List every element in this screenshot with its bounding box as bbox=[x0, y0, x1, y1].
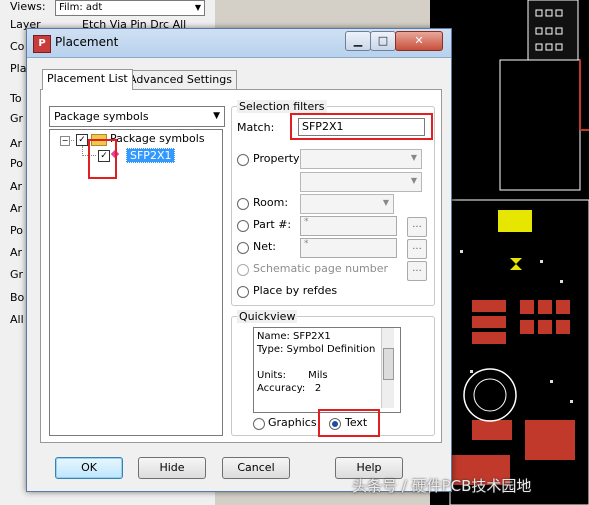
side-label: Ar bbox=[10, 137, 23, 150]
refdes-radio[interactable] bbox=[237, 286, 249, 298]
collapse-toggle-icon[interactable]: − bbox=[60, 136, 70, 146]
tab-placement-list[interactable]: Placement List bbox=[42, 69, 133, 90]
tree-root-label: Package symbols bbox=[110, 132, 205, 145]
side-label: Po bbox=[10, 157, 23, 170]
tree-connector bbox=[69, 140, 74, 141]
list-source-select[interactable]: Package symbols ▼ bbox=[49, 106, 225, 127]
tab-advanced-settings[interactable]: Advanced Settings bbox=[124, 70, 237, 89]
dialog-title: Placement bbox=[55, 35, 119, 49]
cancel-button[interactable]: Cancel bbox=[222, 457, 290, 479]
chevron-down-icon: ▼ bbox=[213, 111, 220, 121]
refdes-label: Place by refdes bbox=[253, 284, 338, 297]
watermark: 头条号 / 硬件PCB技术园地 bbox=[352, 477, 532, 495]
annotation-box-text-radio bbox=[318, 409, 380, 437]
side-label: Gr bbox=[10, 268, 24, 281]
chevron-down-icon: ▼ bbox=[410, 153, 417, 162]
views-select-value: Film: adt bbox=[59, 2, 103, 13]
side-label: Ar bbox=[10, 202, 23, 215]
pcb-canvas[interactable] bbox=[430, 0, 589, 505]
part-input-value: * bbox=[304, 217, 309, 227]
match-label: Match: bbox=[237, 121, 275, 134]
annotation-box-checkbox bbox=[88, 139, 117, 179]
chevron-down-icon: ▼ bbox=[410, 176, 417, 185]
ok-button[interactable]: OK bbox=[55, 457, 123, 479]
room-radio[interactable] bbox=[237, 198, 249, 210]
placement-tree[interactable]: − ✓ Package symbols ✓ SFP2X1 bbox=[49, 129, 223, 436]
tree-item-sfp2x1[interactable]: SFP2X1 bbox=[126, 148, 176, 163]
side-label: Po bbox=[10, 224, 23, 237]
schematic-radio[interactable] bbox=[237, 264, 249, 276]
net-radio[interactable] bbox=[237, 242, 249, 254]
net-browse-button[interactable]: ... bbox=[407, 239, 427, 259]
side-label: Bo bbox=[10, 291, 25, 304]
side-label: To bbox=[10, 92, 22, 105]
side-label: Co bbox=[10, 40, 25, 53]
quickview-line: Units: Mils bbox=[257, 370, 328, 381]
quickview-line: Name: SFP2X1 bbox=[257, 331, 331, 342]
quickview-line bbox=[257, 356, 397, 369]
property-name-select[interactable]: ▼ bbox=[300, 149, 422, 169]
net-label: Net: bbox=[253, 240, 277, 253]
quickview-text[interactable]: Name: SFP2X1 Type: Symbol Definition Uni… bbox=[253, 327, 401, 413]
selection-filters-title: Selection filters bbox=[237, 100, 327, 113]
minimize-button[interactable]: ▁ bbox=[345, 31, 371, 51]
chevron-down-icon: ▼ bbox=[382, 198, 389, 207]
root-checkbox[interactable]: ✓ bbox=[76, 134, 88, 146]
property-label: Property: bbox=[253, 152, 303, 165]
graphics-radio[interactable] bbox=[253, 418, 265, 430]
maximize-button[interactable]: □ bbox=[370, 31, 396, 51]
part-browse-button[interactable]: ... bbox=[407, 217, 427, 237]
schematic-label: Schematic page number bbox=[253, 262, 389, 275]
part-label: Part #: bbox=[253, 218, 292, 231]
quickview-line: Type: Symbol Definition bbox=[257, 344, 376, 355]
net-input-value: * bbox=[304, 239, 309, 249]
side-label: Pla bbox=[10, 62, 27, 75]
part-radio[interactable] bbox=[237, 220, 249, 232]
quickview-scrollbar[interactable] bbox=[381, 328, 394, 408]
property-radio[interactable] bbox=[237, 154, 249, 166]
app-icon: P bbox=[33, 35, 51, 53]
quickview-line: Accuracy: 2 bbox=[257, 383, 322, 394]
placement-dialog: P Placement ▁ □ ✕ Placement List Advance… bbox=[26, 28, 452, 492]
side-label: Gr bbox=[10, 112, 24, 125]
scrollbar-thumb[interactable] bbox=[383, 348, 394, 380]
side-label: All bbox=[10, 313, 24, 326]
list-source-value: Package symbols bbox=[54, 110, 149, 123]
side-label: Ar bbox=[10, 246, 23, 259]
room-label: Room: bbox=[253, 196, 289, 209]
title-bar[interactable]: P Placement ▁ □ ✕ bbox=[27, 29, 451, 58]
graphics-label: Graphics bbox=[268, 416, 317, 429]
hide-button[interactable]: Hide bbox=[138, 457, 206, 479]
part-input[interactable]: * bbox=[300, 216, 397, 236]
chevron-down-icon: ▼ bbox=[194, 3, 201, 12]
room-select[interactable]: ▼ bbox=[300, 194, 394, 214]
views-label: Views: bbox=[10, 0, 46, 13]
views-select[interactable]: Film: adt ▼ bbox=[55, 0, 205, 16]
quickview-title: Quickview bbox=[237, 310, 298, 323]
property-value-select[interactable]: ▼ bbox=[300, 172, 422, 192]
net-input[interactable]: * bbox=[300, 238, 397, 258]
annotation-box-match bbox=[290, 113, 433, 140]
close-button[interactable]: ✕ bbox=[395, 31, 443, 51]
side-label: Ar bbox=[10, 180, 23, 193]
pcb-artwork bbox=[449, 0, 589, 505]
schematic-browse-button[interactable]: ... bbox=[407, 261, 427, 281]
